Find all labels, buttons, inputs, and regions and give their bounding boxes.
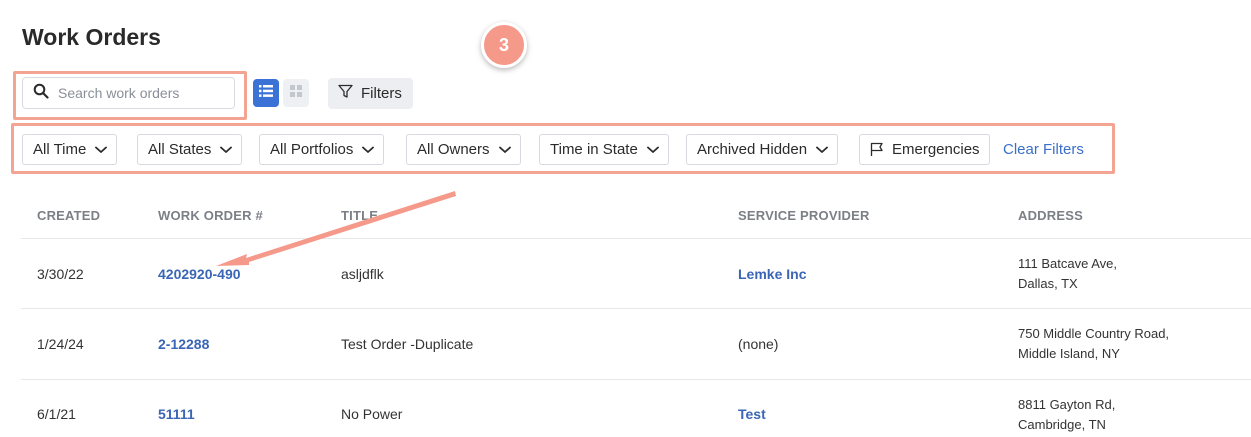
owners-filter-label: All Owners (417, 141, 490, 158)
archived-filter-label: Archived Hidden (697, 141, 808, 158)
address-line-1: 750 Middle Country Road, (1018, 326, 1170, 341)
work-order-title: No Power (341, 406, 403, 422)
grid-view-button[interactable] (283, 79, 309, 107)
service-provider-none: (none) (738, 336, 779, 352)
archived-filter-dropdown[interactable]: Archived Hidden (686, 134, 839, 165)
list-view-button[interactable] (253, 79, 279, 107)
address-line-1: 8811 Gayton Rd, (1018, 397, 1116, 412)
time-filter-label: All Time (33, 141, 87, 158)
column-header-address[interactable]: ADDRESS (1018, 208, 1083, 223)
work-order-link[interactable]: 4202920-490 (158, 266, 241, 282)
filters-label: Filters (361, 85, 402, 102)
emergencies-toggle-button[interactable]: Emergencies (859, 134, 990, 165)
work-order-title: asljdflk (341, 266, 384, 282)
page-title: Work Orders (22, 24, 161, 50)
chevron-down-icon (816, 146, 828, 154)
address-line-2: Dallas, TX (1018, 276, 1078, 291)
address-line-2: Middle Island, NY (1018, 346, 1120, 361)
row-divider (21, 238, 1251, 239)
filter-funnel-icon (338, 84, 361, 103)
work-order-link[interactable]: 51111 (158, 406, 195, 422)
created-date: 3/30/22 (37, 266, 84, 282)
emergencies-label: Emergencies (892, 141, 980, 158)
portfolios-filter-dropdown[interactable]: All Portfolios (259, 134, 385, 165)
search-icon (33, 83, 49, 104)
column-header-title[interactable]: TITLE (341, 208, 378, 223)
created-date: 6/1/21 (37, 406, 76, 422)
column-header-work-order[interactable]: WORK ORDER # (158, 208, 263, 223)
address: 8811 Gayton Rd, Cambridge, TN (1018, 395, 1115, 435)
chevron-down-icon (362, 146, 375, 154)
service-provider-link[interactable]: Lemke Inc (738, 266, 806, 282)
states-filter-dropdown[interactable]: All States (137, 134, 243, 165)
owners-filter-dropdown[interactable]: All Owners (406, 134, 521, 165)
time-in-state-filter-dropdown[interactable]: Time in State (539, 134, 669, 165)
filters-button[interactable]: Filters (328, 78, 413, 109)
flag-icon (870, 142, 884, 157)
time-in-state-filter-label: Time in State (550, 141, 638, 158)
address-line-1: 111 Batcave Ave, (1018, 256, 1118, 271)
list-icon (259, 84, 273, 102)
work-order-link[interactable]: 2-12288 (158, 336, 209, 352)
chevron-down-icon (220, 146, 233, 154)
search-input[interactable] (58, 85, 228, 101)
created-date: 1/24/24 (37, 336, 84, 352)
portfolios-filter-label: All Portfolios (270, 141, 354, 158)
chevron-down-icon (646, 146, 659, 154)
chevron-down-icon (498, 146, 511, 154)
step-number-badge: 3 (481, 22, 527, 68)
service-provider-link[interactable]: Test (738, 406, 766, 422)
column-header-created[interactable]: CREATED (37, 208, 100, 223)
chevron-down-icon (95, 146, 108, 154)
row-divider (21, 379, 1251, 380)
states-filter-label: All States (148, 141, 212, 158)
work-order-title: Test Order -Duplicate (341, 336, 474, 352)
column-header-service-provider[interactable]: SERVICE PROVIDER (738, 208, 870, 223)
grid-icon (290, 84, 302, 102)
address: 750 Middle Country Road, Middle Island, … (1018, 324, 1169, 364)
time-filter-dropdown[interactable]: All Time (22, 134, 118, 165)
clear-filters-link[interactable]: Clear Filters (1003, 141, 1084, 158)
search-box[interactable] (22, 77, 235, 109)
address: 111 Batcave Ave, Dallas, TX (1018, 254, 1117, 294)
address-line-2: Cambridge, TN (1018, 417, 1106, 432)
row-divider (21, 308, 1251, 309)
